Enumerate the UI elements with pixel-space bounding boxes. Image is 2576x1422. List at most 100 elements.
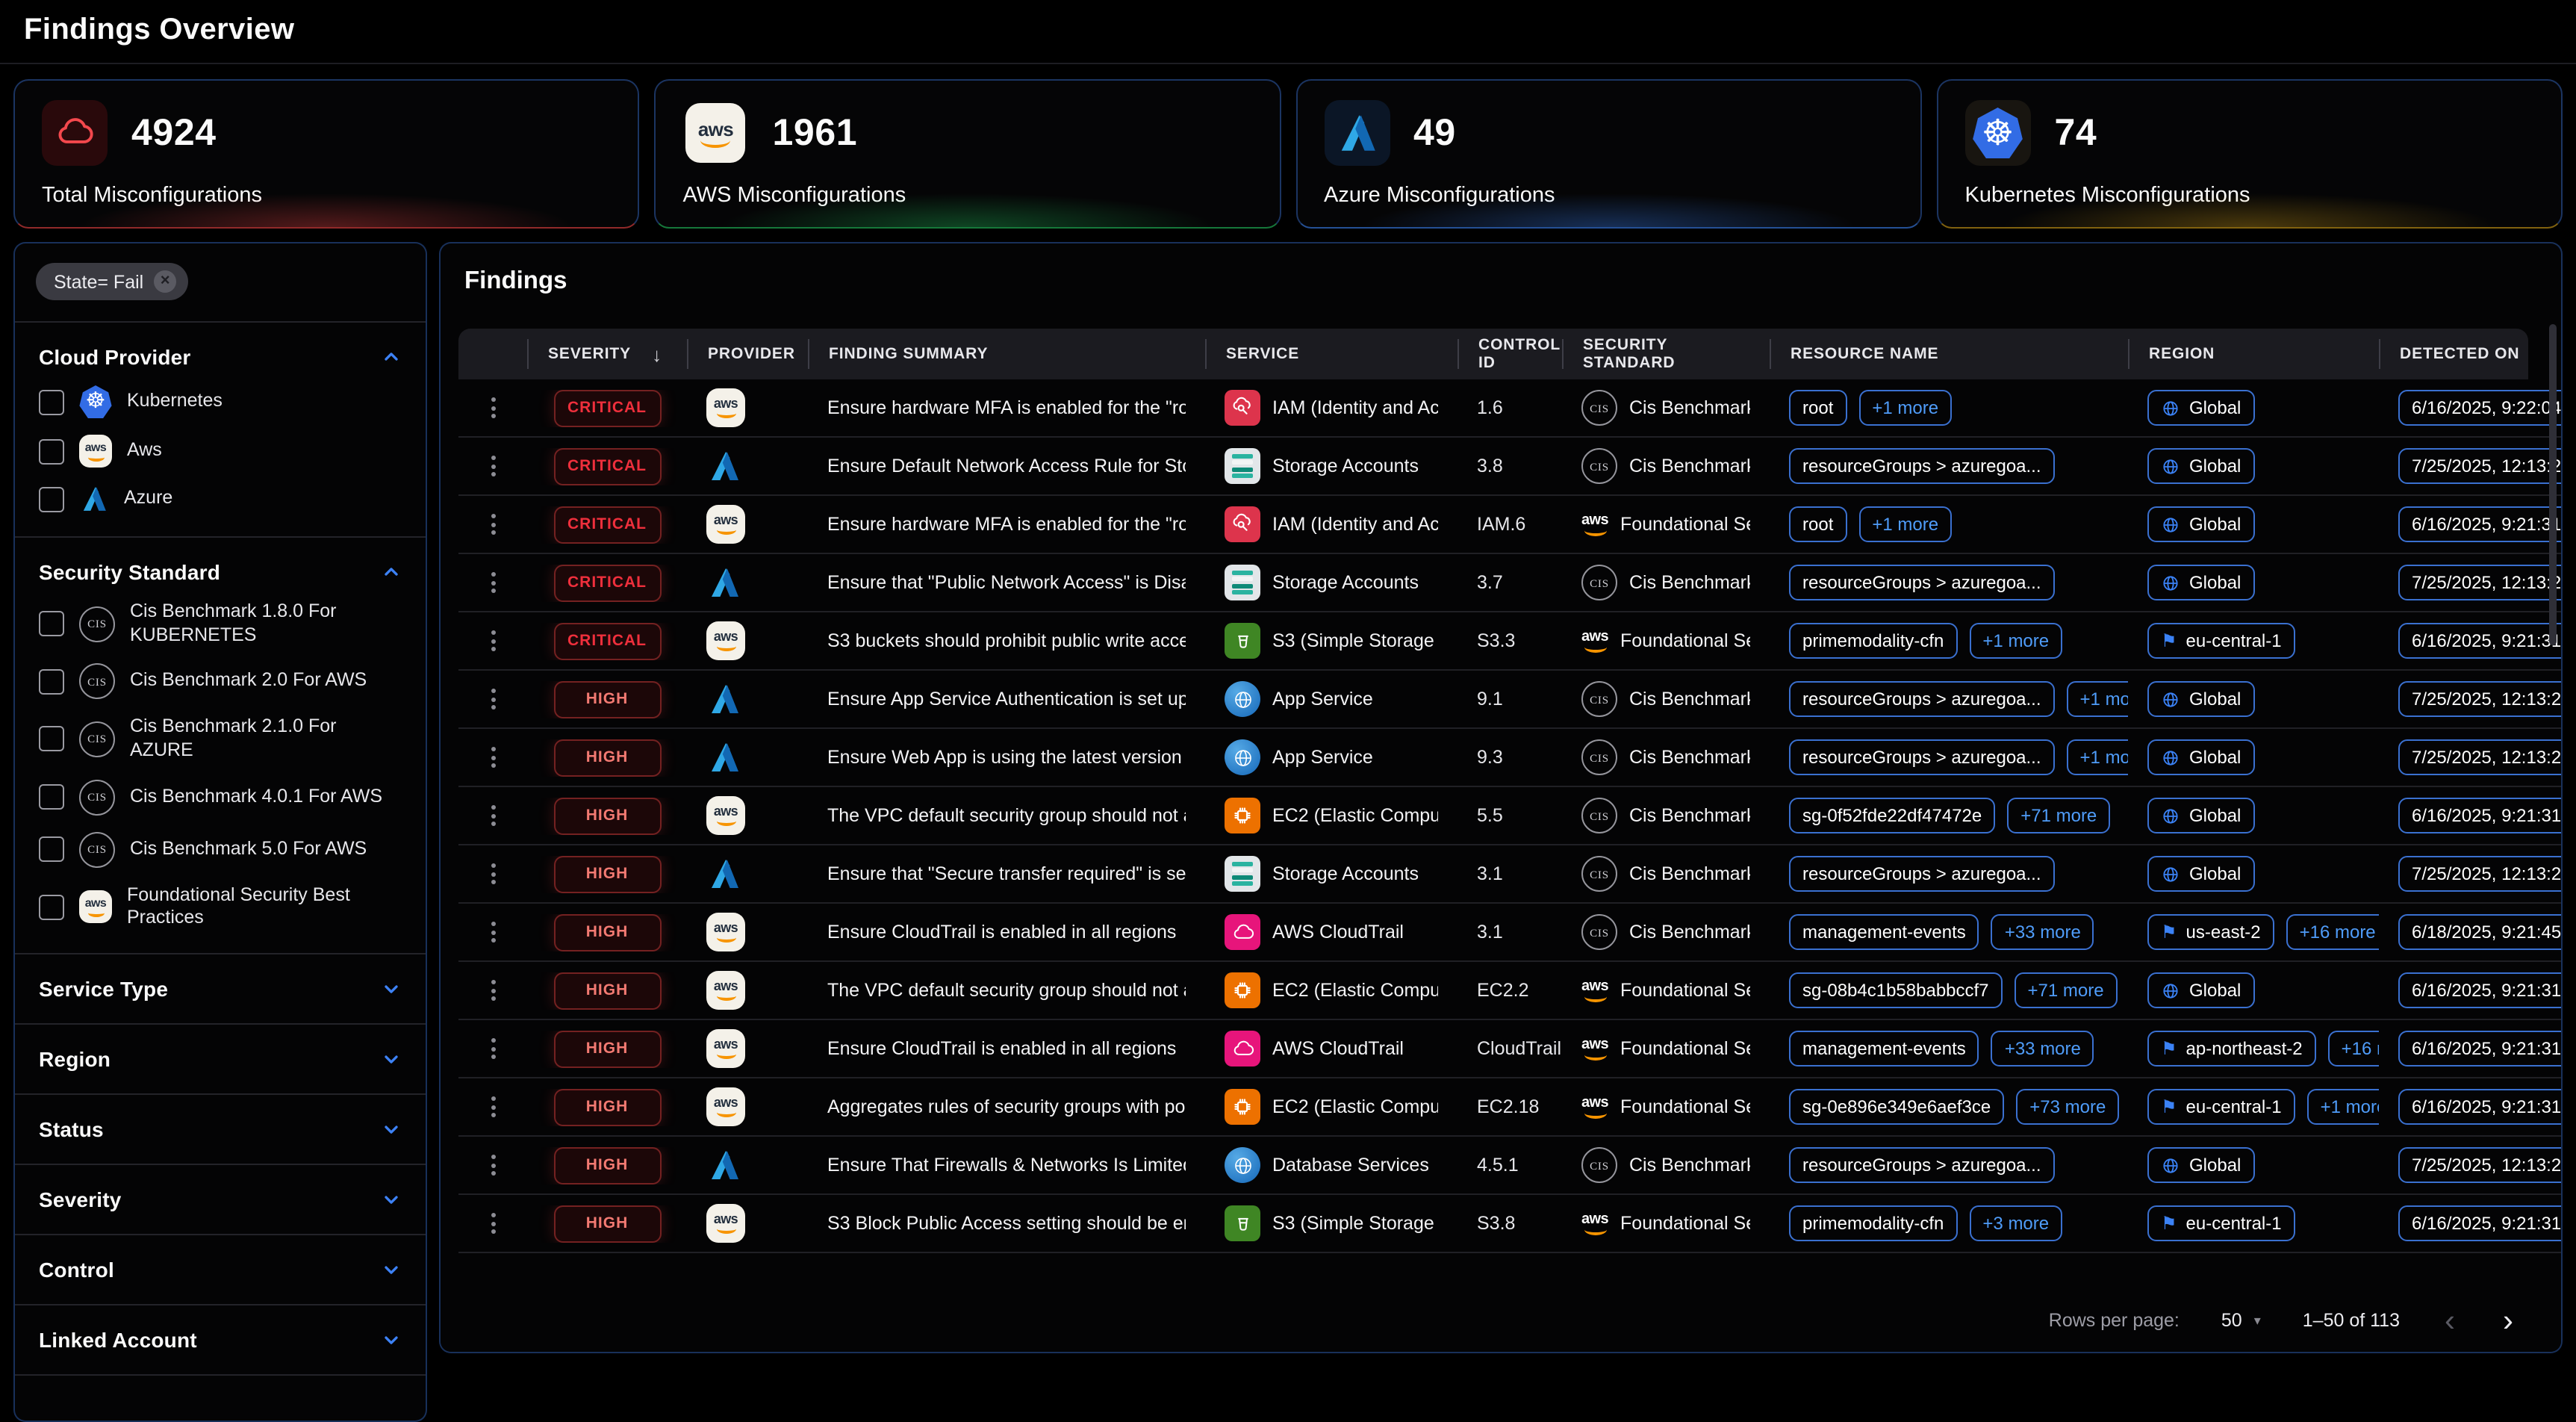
row-menu-button[interactable] bbox=[491, 630, 495, 651]
remove-filter-icon[interactable]: × bbox=[154, 270, 176, 293]
resource-more-chip[interactable]: +1 more bbox=[1969, 624, 2062, 658]
header-cell-service[interactable]: SERVICE bbox=[1205, 329, 1457, 379]
finding-summary: S3 buckets should prohibit public write … bbox=[827, 630, 1186, 651]
row-menu-button[interactable] bbox=[491, 863, 495, 884]
checkbox[interactable] bbox=[39, 389, 64, 415]
row-menu-button[interactable] bbox=[491, 1038, 495, 1059]
table-row[interactable]: HIGHEnsure that "Secure transfer require… bbox=[458, 845, 2561, 904]
rows-per-page-select[interactable]: 50 ▾ bbox=[2221, 1310, 2261, 1331]
row-menu-button[interactable] bbox=[491, 456, 495, 476]
table-row[interactable]: CRITICALEnsure that "Public Network Acce… bbox=[458, 554, 2561, 612]
table-row[interactable]: CRITICALawsS3 buckets should prohibit pu… bbox=[458, 612, 2561, 671]
resource-more-chip[interactable]: +71 more bbox=[2015, 973, 2118, 1007]
header-cell-detected[interactable]: DETECTED ON bbox=[2379, 329, 2561, 379]
table-row[interactable]: HIGH Ensure App Service Authentication is… bbox=[458, 671, 2561, 729]
row-menu-button[interactable] bbox=[491, 397, 495, 418]
resource-more-chip[interactable]: +73 more bbox=[2016, 1090, 2119, 1124]
checkbox[interactable] bbox=[39, 784, 64, 810]
row-menu-button[interactable] bbox=[491, 980, 495, 1001]
aws-icon: aws bbox=[1581, 1037, 1608, 1060]
header-cell-summary[interactable]: FINDING SUMMARY bbox=[808, 329, 1205, 379]
cell-severity: HIGH bbox=[527, 913, 687, 951]
row-menu-button[interactable] bbox=[491, 1096, 495, 1117]
pagination-bar: Rows per page: 50 ▾ 1–50 of 113 ‹ › bbox=[441, 1289, 2561, 1352]
next-page-button[interactable]: › bbox=[2500, 1305, 2516, 1336]
table-row[interactable]: CRITICALEnsure Default Network Access Ru… bbox=[458, 438, 2561, 496]
table-row[interactable]: CRITICALawsEnsure hardware MFA is enable… bbox=[458, 379, 2561, 438]
checkbox[interactable] bbox=[39, 894, 64, 919]
checkbox[interactable] bbox=[39, 611, 64, 636]
checkbox[interactable] bbox=[39, 836, 64, 862]
filter-section-header-cloud-provider[interactable]: Cloud Provider bbox=[39, 345, 402, 369]
row-menu-button[interactable] bbox=[491, 1213, 495, 1234]
header-cell-control[interactable]: CONTROL ID bbox=[1457, 329, 1562, 379]
sort-desc-icon[interactable]: ↓ bbox=[652, 343, 662, 365]
region-more-chip[interactable]: +16 more bbox=[2328, 1031, 2379, 1066]
previous-page-button[interactable]: ‹ bbox=[2442, 1305, 2458, 1336]
table-row[interactable]: HIGHEnsure That Firewalls & Networks Is … bbox=[458, 1137, 2561, 1195]
header-cell-region[interactable]: REGION bbox=[2128, 329, 2379, 379]
region-more-chip[interactable]: +16 more bbox=[2286, 915, 2379, 949]
resource-more-chip[interactable]: +33 more bbox=[1991, 915, 2094, 949]
row-menu-button[interactable] bbox=[491, 514, 495, 535]
resource-more-chip[interactable]: +71 more bbox=[2007, 798, 2110, 833]
table-row[interactable]: HIGHawsEnsure CloudTrail is enabled in a… bbox=[458, 1020, 2561, 1078]
filter-section-header-status[interactable]: Status bbox=[39, 1117, 402, 1141]
filter-chip-state-fail[interactable]: State= Fail × bbox=[36, 263, 188, 300]
cell-control: 3.1 bbox=[1457, 863, 1562, 884]
stat-card-azure: 49Azure Misconfigurations bbox=[1295, 79, 1922, 229]
filter-section-header-service-type[interactable]: Service Type bbox=[39, 977, 402, 1001]
filter-section-linked-account: Linked Account bbox=[15, 1305, 426, 1376]
severity-badge: HIGH bbox=[553, 855, 661, 892]
filter-section-header-control[interactable]: Control bbox=[39, 1258, 402, 1282]
filter-section-header-linked-account[interactable]: Linked Account bbox=[39, 1328, 402, 1352]
header-cell-resource[interactable]: RESOURCE NAME bbox=[1770, 329, 2128, 379]
table-scrollbar[interactable] bbox=[2549, 324, 2557, 645]
header-cell-provider[interactable]: PROVIDER bbox=[687, 329, 808, 379]
resource-more-chip[interactable]: +1 more bbox=[2067, 682, 2128, 716]
filter-section-header-region[interactable]: Region bbox=[39, 1047, 402, 1071]
table-row[interactable]: HIGH bbox=[458, 1253, 2561, 1258]
cell-detected: 6/18/2025, 9:21:45 PM bbox=[2379, 915, 2561, 949]
cell-summary: Ensure Web App is using the latest versi… bbox=[808, 747, 1205, 768]
row-menu-button[interactable] bbox=[491, 572, 495, 593]
resource-more-chip[interactable]: +33 more bbox=[1991, 1031, 2094, 1066]
severity-badge: HIGH bbox=[553, 680, 661, 718]
checkbox[interactable] bbox=[39, 486, 64, 512]
row-menu-button[interactable] bbox=[491, 689, 495, 710]
resource-more-chip[interactable]: +1 more bbox=[2067, 740, 2128, 774]
table-row[interactable]: HIGHEnsure Web App is using the latest v… bbox=[458, 729, 2561, 787]
table-row[interactable]: HIGHawsS3 Block Public Access setting sh… bbox=[458, 1195, 2561, 1253]
table-row[interactable]: HIGHawsThe VPC default security group sh… bbox=[458, 787, 2561, 845]
resource-more-chip[interactable]: +1 more bbox=[1858, 507, 1952, 541]
finding-summary: Ensure App Service Authentication is set… bbox=[827, 689, 1186, 710]
region-more-chip[interactable]: +1 more bbox=[2307, 1090, 2379, 1124]
row-menu-button[interactable] bbox=[491, 805, 495, 826]
cell-provider: aws bbox=[687, 1087, 808, 1126]
chip-label: +16 more bbox=[2342, 1037, 2379, 1061]
table-row[interactable]: CRITICALawsEnsure hardware MFA is enable… bbox=[458, 496, 2561, 554]
header-cell-standard[interactable]: SECURITY STANDARD bbox=[1562, 329, 1770, 379]
checkbox[interactable] bbox=[39, 669, 64, 695]
region-chip: Global bbox=[2147, 973, 2254, 1007]
resource-more-chip[interactable]: +1 more bbox=[1858, 391, 1952, 425]
control-id: S3.3 bbox=[1477, 630, 1515, 651]
table-row[interactable]: HIGHawsAggregates rules of security grou… bbox=[458, 1078, 2561, 1137]
s3-icon bbox=[1225, 1205, 1260, 1241]
checkbox[interactable] bbox=[39, 727, 64, 752]
row-menu-button[interactable] bbox=[491, 1155, 495, 1176]
rows-per-page-value: 50 bbox=[2221, 1310, 2242, 1331]
table-row[interactable]: HIGHawsEnsure CloudTrail is enabled in a… bbox=[458, 904, 2561, 962]
row-menu-button[interactable] bbox=[491, 922, 495, 943]
row-menu-button[interactable] bbox=[491, 747, 495, 768]
header-cell-severity[interactable]: SEVERITY↓ bbox=[527, 329, 687, 379]
chip-label: 6/16/2025, 9:21:31 PM bbox=[2412, 1211, 2561, 1235]
resource-more-chip[interactable]: +3 more bbox=[1969, 1206, 2062, 1241]
filter-section-header-severity[interactable]: Severity bbox=[39, 1187, 402, 1211]
table-row[interactable]: HIGHawsThe VPC default security group sh… bbox=[458, 962, 2561, 1020]
checkbox[interactable] bbox=[39, 438, 64, 464]
cell-control: 9.3 bbox=[1457, 747, 1562, 768]
detected-on-chip: 6/16/2025, 9:21:31 PM bbox=[2398, 507, 2561, 541]
service-name: Storage Accounts bbox=[1272, 572, 1419, 593]
filter-section-header-security-standard[interactable]: Security Standard bbox=[39, 560, 402, 584]
